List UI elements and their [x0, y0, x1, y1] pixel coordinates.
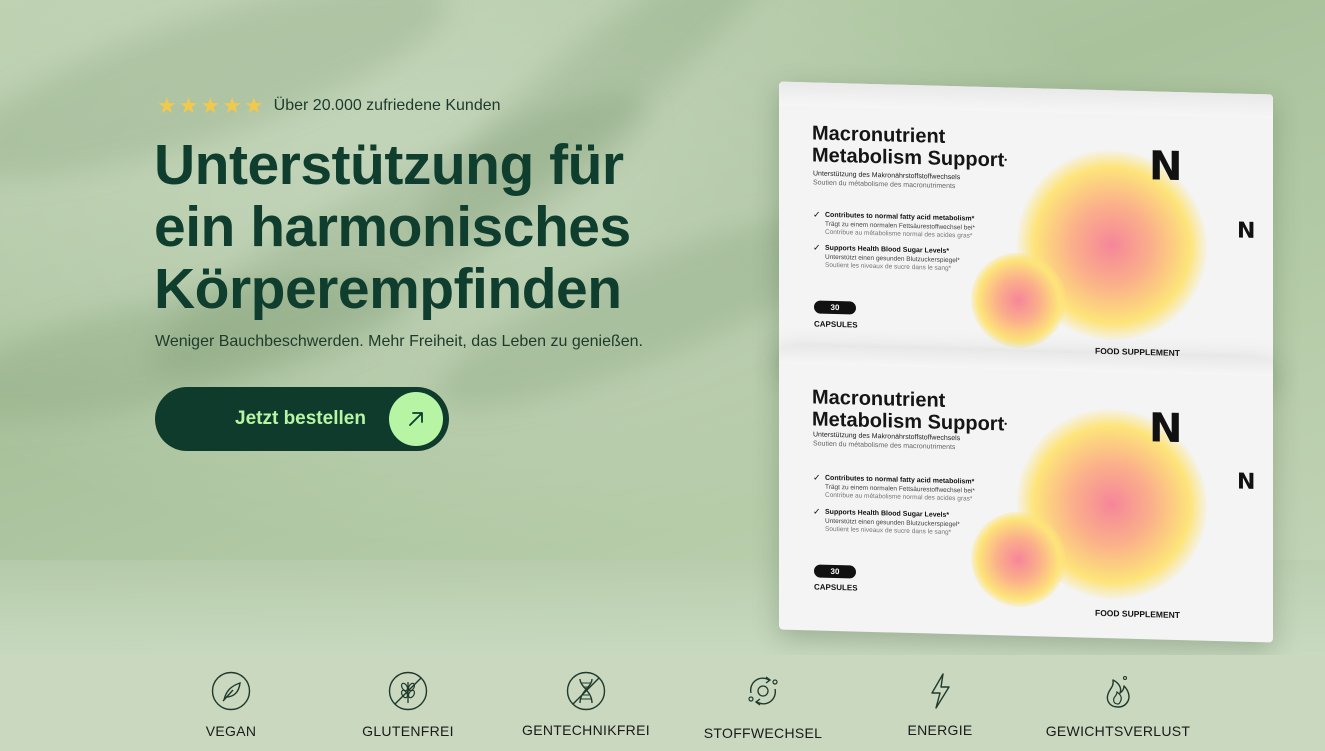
product-title: Macronutrient Metabolism Support• — [812, 122, 1008, 172]
checkmark-icon: ✓ — [813, 242, 821, 253]
feature-bar: VEGAN GLUTENFREI GENTECHNIKFREI STOFFWEC… — [0, 655, 1325, 751]
brand-logo-side: N — [1237, 469, 1256, 496]
feature-label: STOFFWECHSEL — [703, 725, 823, 741]
star-icon: ★ — [222, 93, 242, 118]
brand-logo: N — [1149, 143, 1183, 191]
star-icon: ★ — [200, 93, 221, 118]
checkmark-icon: ✓ — [813, 506, 821, 517]
hero-headline: Unterstützung für ein harmonisches Körpe… — [154, 134, 714, 320]
capsule-count: 30 — [814, 564, 856, 579]
product-title: Macronutrient Metabolism Support• — [812, 386, 1008, 436]
gluten-free-icon — [388, 671, 428, 711]
vegan-leaf-icon — [211, 671, 251, 711]
order-now-button[interactable]: Jetzt bestellen — [155, 387, 449, 451]
product-subtitle-fr: Soutien du métabolisme des macronutrimen… — [813, 179, 956, 191]
checkmark-icon: ✓ — [813, 472, 821, 483]
energy-bolt-icon — [931, 673, 950, 709]
checkmark-icon: ✓ — [813, 209, 821, 220]
weight-loss-flame-icon — [1106, 675, 1130, 708]
order-now-label: Jetzt bestellen — [235, 408, 366, 429]
product-box-top: Macronutrient Metabolism Support• Unters… — [779, 81, 1273, 381]
feature-label: GENTECHNIKFREI — [522, 722, 650, 738]
hero-subline: Weniger Bauchbeschwerden. Mehr Freiheit,… — [155, 333, 643, 350]
brand-logo: N — [1149, 405, 1183, 453]
feature-label: GEWICHTSVERLUST — [1045, 723, 1191, 739]
gmo-free-dna-icon — [566, 671, 606, 711]
star-icon: ★ — [178, 93, 199, 118]
product-box-bottom: Macronutrient Metabolism Support• Unters… — [779, 345, 1273, 643]
star-icon: ★ — [243, 93, 264, 118]
capsule-unit: CAPSULES — [814, 319, 858, 330]
feature-label: VEGAN — [205, 723, 257, 739]
brand-logo-side: N — [1237, 218, 1256, 245]
feature-label: GLUTENFREI — [362, 723, 454, 739]
arrow-up-right-icon — [389, 392, 443, 446]
rating-text: Über 20.000 zufriedene Kunden — [273, 97, 501, 114]
star-icon: ★ — [157, 93, 177, 118]
headline-line: ein harmonisches — [154, 195, 631, 259]
metabolism-cycle-icon — [748, 676, 778, 706]
feature-label: ENERGIE — [907, 722, 973, 738]
food-supplement-label: FOOD SUPPLEMENT — [1095, 607, 1181, 621]
customer-rating: ★ ★ ★ ★ ★ Über 20.000 zufriedene Kunden — [157, 95, 501, 117]
capsule-count: 30 — [814, 300, 856, 315]
capsule-unit: CAPSULES — [814, 582, 858, 593]
headline-line: Körperempfinden — [154, 257, 622, 321]
product-subtitle-fr: Soutien du métabolisme des macronutrimen… — [813, 440, 956, 452]
headline-line: Unterstützung für — [154, 133, 624, 197]
